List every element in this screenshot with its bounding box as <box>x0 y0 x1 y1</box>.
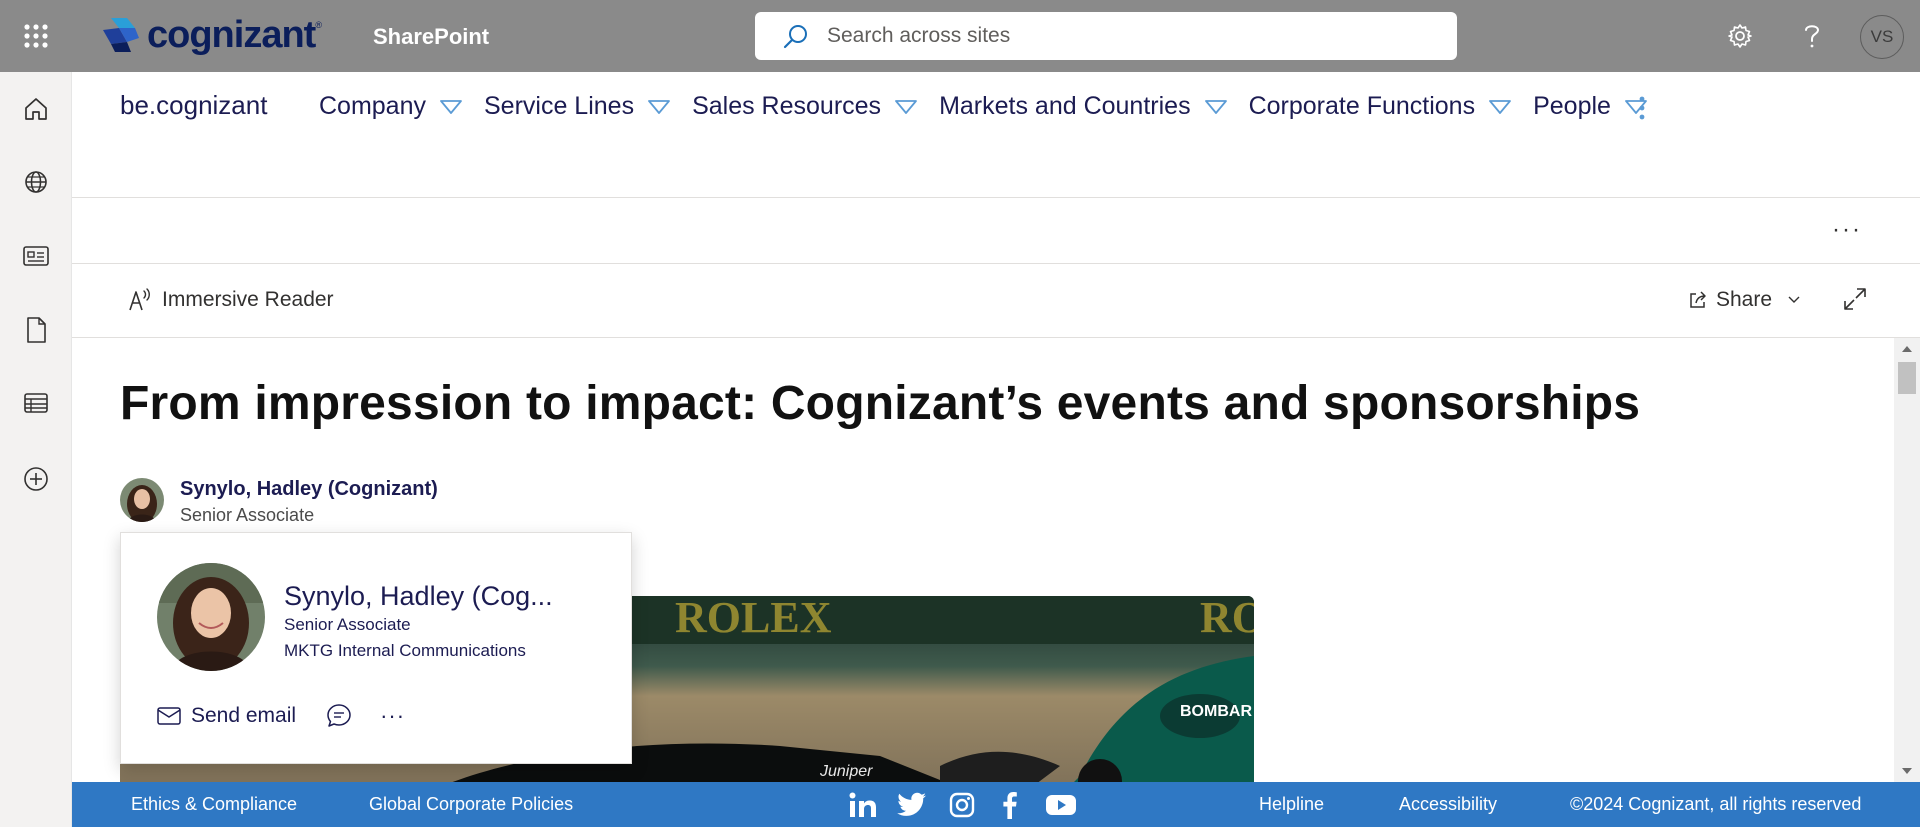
nav-item-label: Service Lines <box>484 92 635 120</box>
brand-registered-mark: ® <box>315 20 322 30</box>
author-role: Senior Associate <box>180 505 315 525</box>
instagram-icon[interactable] <box>947 791 977 819</box>
immersive-reader-button[interactable]: Immersive Reader <box>128 288 334 312</box>
scroll-down-arrow-icon[interactable] <box>1902 768 1912 774</box>
scroll-thumb[interactable] <box>1898 362 1916 394</box>
nav-item-label: Corporate Functions <box>1248 92 1476 120</box>
profile-name: Synylo, Hadley (Cog... <box>284 581 553 611</box>
cognizant-logo-mark-icon <box>103 18 139 52</box>
hero-sponsor-text: BOMBAR <box>1180 703 1252 720</box>
profile-more-button[interactable]: ··· <box>380 703 405 729</box>
youtube-icon[interactable] <box>1044 791 1078 819</box>
nav-item-label: Markets and Countries <box>939 92 1191 120</box>
send-email-button[interactable]: Send email <box>157 704 296 728</box>
chevron-down-icon <box>1204 99 1227 114</box>
nav-item-label: Company <box>319 92 426 120</box>
chat-icon[interactable] <box>326 703 352 729</box>
immersive-reader-icon <box>129 288 150 311</box>
mail-icon <box>157 707 181 725</box>
page-command-bar: ··· <box>72 198 1920 264</box>
footer-link-ethics[interactable]: Ethics & Compliance <box>131 794 297 815</box>
search-input[interactable] <box>827 24 1427 48</box>
search-icon <box>783 25 807 49</box>
scroll-up-arrow-icon[interactable] <box>1902 346 1912 352</box>
article-toolbar: Immersive Reader Share <box>72 264 1920 338</box>
profile-role: Senior Associate <box>284 615 411 634</box>
nav-menu: Company Service Lines Sales Resources Ma… <box>319 92 1669 121</box>
left-app-bar <box>0 72 72 827</box>
more-options-button[interactable]: ··· <box>1832 216 1862 244</box>
hero-banner-text: ROLEX <box>675 596 832 642</box>
hero-car-text: Juniper <box>819 763 873 780</box>
chevron-down-icon <box>648 99 670 114</box>
author-avatar[interactable] <box>120 478 164 522</box>
home-icon[interactable] <box>18 91 54 127</box>
chevron-down-icon <box>1788 296 1800 303</box>
brand-name: cognizant <box>147 13 316 56</box>
share-icon <box>1690 291 1706 308</box>
page-scrollbar[interactable] <box>1894 338 1920 782</box>
hero-banner-text-2: RO <box>1200 596 1254 642</box>
app-name[interactable]: SharePoint <box>373 24 489 50</box>
help-icon[interactable] <box>1792 16 1832 56</box>
footer-copyright: ©2024 Cognizant, all rights reserved <box>1570 794 1862 814</box>
nav-item-label: Sales Resources <box>692 92 882 120</box>
footer-link-accessibility[interactable]: Accessibility <box>1399 794 1497 815</box>
chevron-down-icon <box>895 99 917 114</box>
create-plus-icon[interactable] <box>18 461 54 497</box>
linkedin-icon[interactable] <box>848 791 878 819</box>
share-button[interactable]: Share <box>1688 288 1800 312</box>
app-launcher-icon[interactable] <box>20 18 52 54</box>
nav-item-people[interactable]: People <box>1533 92 1647 121</box>
hub-navigation: be.cognizant Company Service Lines Sales… <box>72 72 1920 198</box>
document-icon[interactable] <box>18 312 54 348</box>
nav-item-markets-and-countries[interactable]: Markets and Countries <box>939 92 1227 121</box>
send-email-label: Send email <box>191 704 297 727</box>
globe-icon[interactable] <box>18 164 54 200</box>
user-avatar[interactable]: VS <box>1860 15 1904 59</box>
twitter-icon[interactable] <box>897 791 927 819</box>
suite-bar: cognizant ® SharePoint VS <box>0 0 1920 72</box>
profile-photo <box>157 563 265 671</box>
site-title[interactable]: be.cognizant <box>120 90 267 121</box>
profile-actions: Send email ··· <box>157 703 405 729</box>
share-label: Share <box>1716 288 1773 311</box>
footer-link-helpline[interactable]: Helpline <box>1259 794 1324 815</box>
chevron-down-icon <box>440 99 462 114</box>
search-box[interactable] <box>755 12 1457 60</box>
settings-gear-icon[interactable] <box>1720 16 1760 56</box>
profile-department: MKTG Internal Communications <box>284 641 526 660</box>
nav-item-corporate-functions[interactable]: Corporate Functions <box>1249 92 1512 121</box>
footer-link-policies[interactable]: Global Corporate Policies <box>369 794 573 815</box>
nav-item-label: People <box>1533 92 1611 120</box>
facebook-icon[interactable] <box>995 791 1025 819</box>
page-title: From impression to impact: Cognizant’s e… <box>120 377 1641 430</box>
chevron-down-icon <box>1489 99 1511 114</box>
nav-more-vertical-icon[interactable] <box>1632 90 1652 126</box>
nav-item-service-lines[interactable]: Service Lines <box>484 92 670 121</box>
author-name[interactable]: Synylo, Hadley (Cognizant) <box>180 478 438 501</box>
expand-icon[interactable] <box>1842 286 1868 312</box>
lists-icon[interactable] <box>18 385 54 421</box>
news-icon[interactable] <box>18 238 54 274</box>
profile-card: Synylo, Hadley (Cog... Senior Associate … <box>120 532 632 764</box>
nav-item-company[interactable]: Company <box>319 92 462 121</box>
site-footer: Ethics & Compliance Global Corporate Pol… <box>72 782 1920 827</box>
immersive-reader-label: Immersive Reader <box>162 288 334 311</box>
nav-item-sales-resources[interactable]: Sales Resources <box>692 92 917 121</box>
cognizant-logo[interactable]: cognizant ® <box>101 14 322 56</box>
